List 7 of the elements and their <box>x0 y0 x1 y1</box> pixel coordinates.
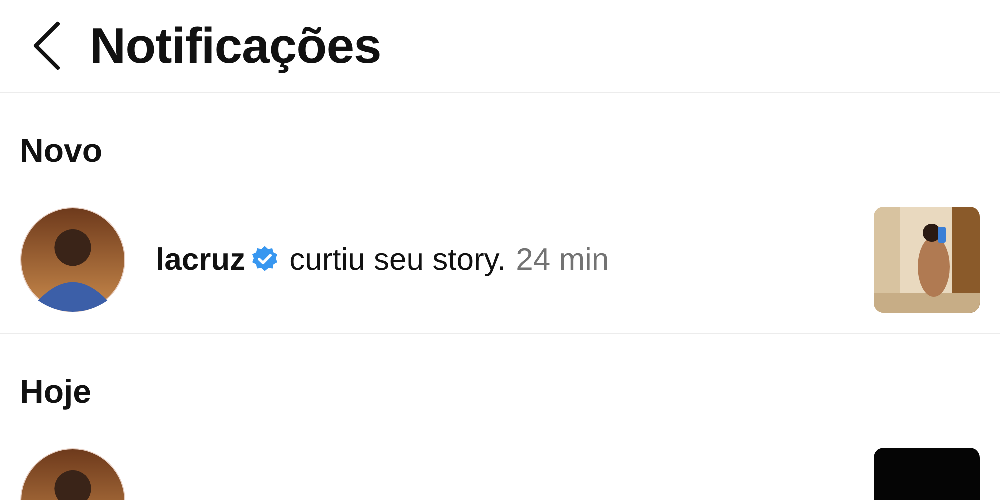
notification-text: curtiu seu story. <box>290 242 506 278</box>
section-heading: Hoje <box>19 372 93 412</box>
section-heading: Novo <box>19 131 104 171</box>
avatar[interactable] <box>20 207 126 313</box>
username[interactable]: lacruz <box>156 242 246 278</box>
page-title: Notificações <box>90 17 382 75</box>
timestamp: 24 min <box>516 242 610 278</box>
